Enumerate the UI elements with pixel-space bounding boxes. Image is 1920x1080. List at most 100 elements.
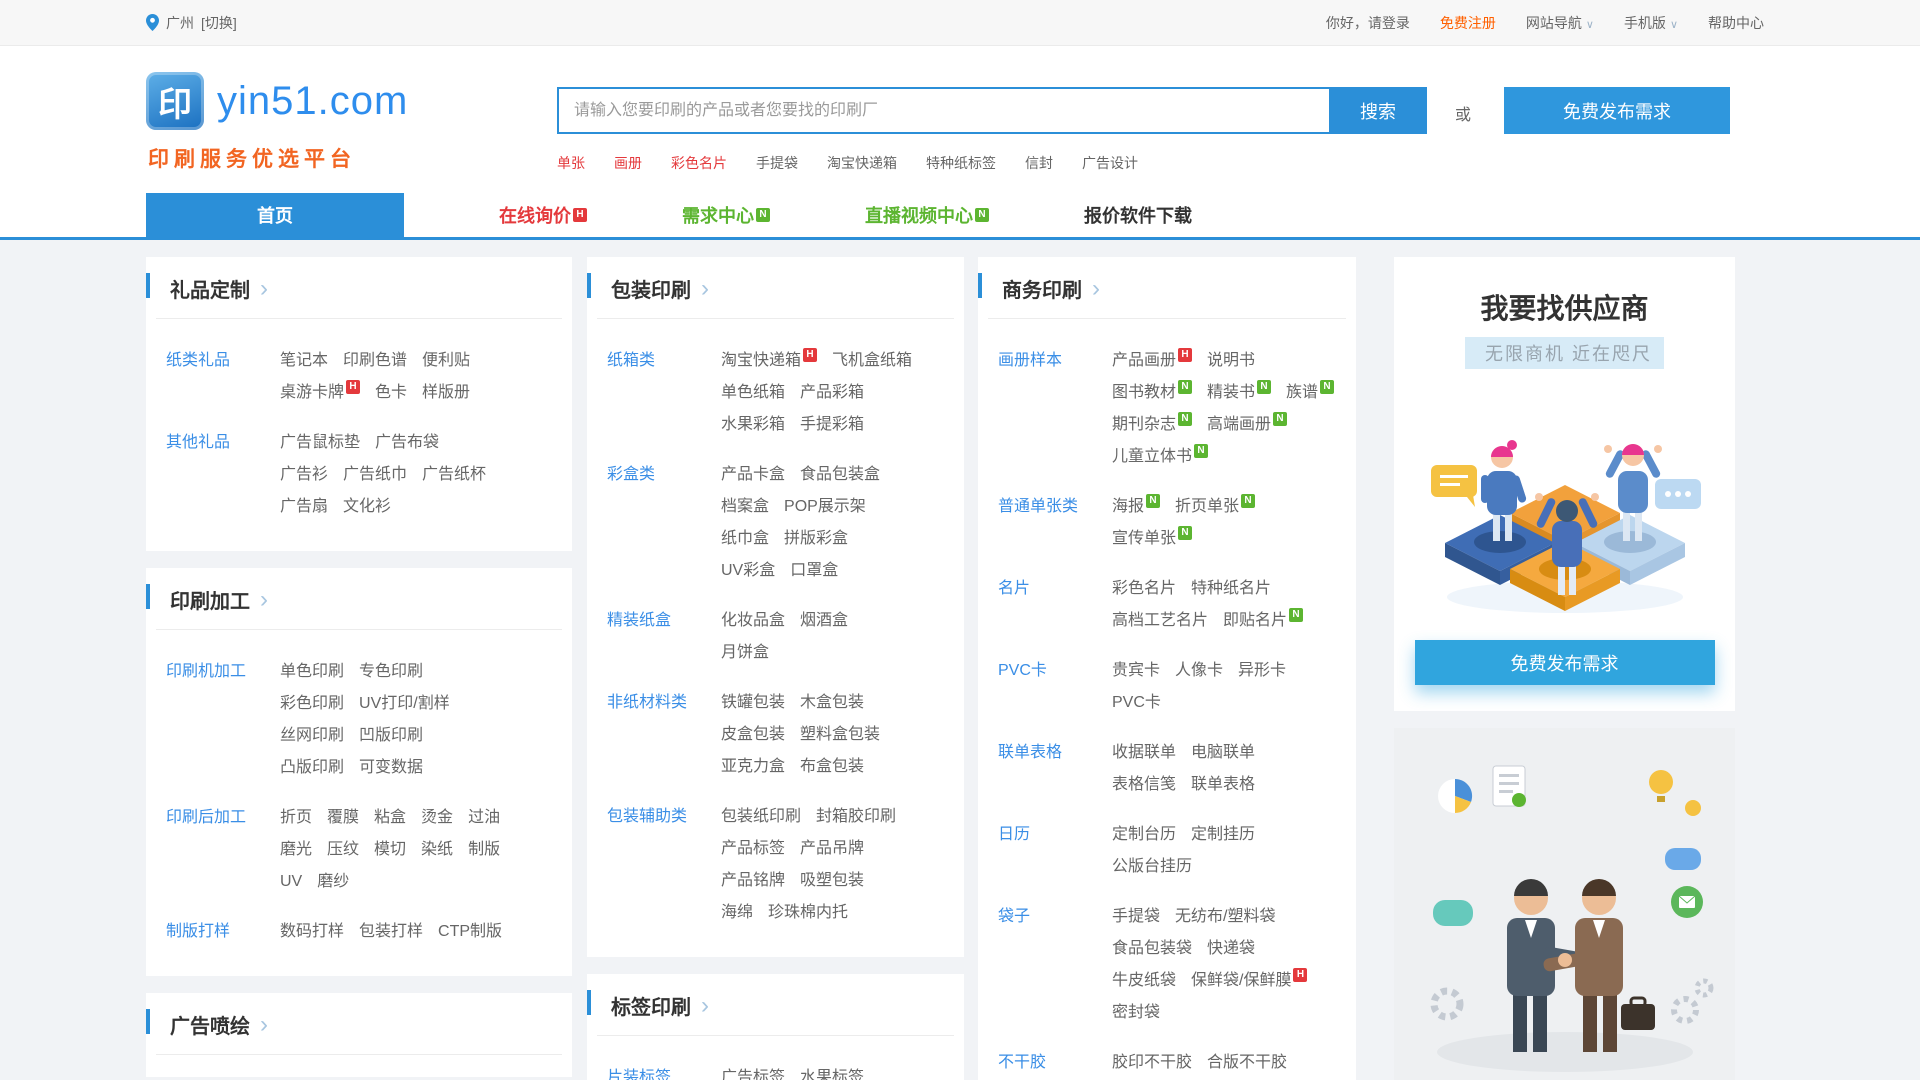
product-link[interactable]: 定制挂历	[1191, 826, 1255, 843]
product-link[interactable]: UV彩盒	[721, 562, 775, 579]
product-link[interactable]: 月饼盒	[721, 644, 769, 661]
category-label[interactable]: 不干胶	[998, 1047, 1112, 1080]
product-link[interactable]: 广告衫	[280, 466, 328, 483]
product-link[interactable]: 压纹	[327, 841, 359, 858]
product-link[interactable]: 产品画册H	[1112, 352, 1192, 369]
product-link[interactable]: 笔记本	[280, 352, 328, 369]
product-link[interactable]: 包装打样	[359, 923, 423, 940]
category-label[interactable]: PVC卡	[998, 655, 1112, 719]
product-link[interactable]: 布盒包装	[800, 758, 864, 775]
product-link[interactable]: 异形卡	[1238, 662, 1286, 679]
category-label[interactable]: 制版打样	[166, 916, 280, 948]
product-link[interactable]: PVC卡	[1112, 694, 1161, 711]
product-link[interactable]: 彩色印刷	[280, 695, 344, 712]
product-link[interactable]: 联单表格	[1191, 776, 1255, 793]
product-link[interactable]: 单色纸箱	[721, 384, 785, 401]
category-label[interactable]: 其他礼品	[166, 427, 280, 523]
category-label[interactable]: 名片	[998, 573, 1112, 637]
hot-keyword[interactable]: 手提袋	[756, 153, 798, 173]
category-label[interactable]: 印刷后加工	[166, 802, 280, 898]
product-link[interactable]: 烟酒盒	[800, 612, 848, 629]
product-link[interactable]: 产品吊牌	[800, 840, 864, 857]
hot-keyword[interactable]: 广告设计	[1082, 153, 1138, 173]
product-link[interactable]: 密封袋	[1112, 1004, 1160, 1021]
product-link[interactable]: 纸巾盒	[721, 530, 769, 547]
product-link[interactable]: 海绵	[721, 904, 753, 921]
product-link[interactable]: 桌游卡牌H	[280, 384, 360, 401]
product-link[interactable]: 图书教材N	[1112, 384, 1192, 401]
site-nav-link[interactable]: 网站导航∨	[1526, 13, 1594, 33]
hot-keyword[interactable]: 彩色名片	[671, 153, 727, 173]
product-link[interactable]: 便利贴	[422, 352, 470, 369]
category-label[interactable]: 纸箱类	[607, 345, 721, 441]
product-link[interactable]: 保鲜袋/保鲜膜H	[1191, 972, 1307, 989]
product-link[interactable]: UV	[280, 873, 302, 890]
product-link[interactable]: 覆膜	[327, 809, 359, 826]
search-input[interactable]	[557, 87, 1329, 134]
product-link[interactable]: 宣传单张N	[1112, 530, 1192, 547]
product-link[interactable]: 飞机盒纸箱	[832, 352, 912, 369]
help-center-link[interactable]: 帮助中心	[1708, 13, 1764, 33]
product-link[interactable]: 产品卡盒	[721, 466, 785, 483]
product-link[interactable]: 过油	[468, 809, 500, 826]
category-label[interactable]: 纸类礼品	[166, 345, 280, 409]
category-label[interactable]: 非纸材料类	[607, 687, 721, 783]
product-link[interactable]: 模切	[374, 841, 406, 858]
product-link[interactable]: 即贴名片N	[1223, 612, 1303, 629]
mobile-version-link[interactable]: 手机版∨	[1624, 13, 1678, 33]
product-link[interactable]: 表格信笺	[1112, 776, 1176, 793]
product-link[interactable]: 吸塑包装	[800, 872, 864, 889]
section-title-row[interactable]: 包装印刷›	[587, 257, 964, 318]
category-label[interactable]: 画册样本	[998, 345, 1112, 473]
nav-item-需求中心[interactable]: 需求中心N	[682, 193, 770, 237]
switch-city-link[interactable]: [切换]	[201, 13, 237, 33]
product-link[interactable]: 皮盒包装	[721, 726, 785, 743]
product-link[interactable]: 收据联单	[1112, 744, 1176, 761]
product-link[interactable]: 珍珠棉内托	[768, 904, 848, 921]
product-link[interactable]: 食品包装盒	[800, 466, 880, 483]
product-link[interactable]: 说明书	[1207, 352, 1255, 369]
product-link[interactable]: 丝网印刷	[280, 727, 344, 744]
product-link[interactable]: 广告鼠标垫	[280, 434, 360, 451]
category-label[interactable]: 精装纸盒	[607, 605, 721, 669]
product-link[interactable]: 产品彩箱	[800, 384, 864, 401]
product-link[interactable]: 木盒包装	[800, 694, 864, 711]
product-link[interactable]: 文化衫	[343, 498, 391, 515]
nav-tab-home[interactable]: 首页	[146, 193, 404, 237]
product-link[interactable]: 广告标签	[721, 1069, 785, 1080]
product-link[interactable]: 凸版印刷	[280, 759, 344, 776]
section-title-row[interactable]: 标签印刷›	[587, 974, 964, 1035]
category-label[interactable]: 联单表格	[998, 737, 1112, 801]
product-link[interactable]: 专色印刷	[359, 663, 423, 680]
product-link[interactable]: 水果彩箱	[721, 416, 785, 433]
nav-item-报价软件下载[interactable]: 报价软件下载	[1084, 193, 1192, 237]
product-link[interactable]: 可变数据	[359, 759, 423, 776]
product-link[interactable]: 档案盒	[721, 498, 769, 515]
product-link[interactable]: 牛皮纸袋	[1112, 972, 1176, 989]
product-link[interactable]: 手提彩箱	[800, 416, 864, 433]
publish-demand-button-side[interactable]: 免费发布需求	[1415, 640, 1715, 685]
product-link[interactable]: 高档工艺名片	[1112, 612, 1208, 629]
hot-keyword[interactable]: 画册	[614, 153, 642, 173]
product-link[interactable]: 食品包装袋	[1112, 940, 1192, 957]
product-link[interactable]: 高端画册N	[1207, 416, 1287, 433]
category-label[interactable]: 普通单张类	[998, 491, 1112, 555]
section-title-row[interactable]: 广告喷绘›	[146, 993, 572, 1054]
product-link[interactable]: UV打印/割样	[359, 695, 450, 712]
product-link[interactable]: 染纸	[421, 841, 453, 858]
product-link[interactable]: 淘宝快递箱H	[721, 352, 817, 369]
product-link[interactable]: 折页单张N	[1175, 498, 1255, 515]
product-link[interactable]: 合版不干胶	[1207, 1054, 1287, 1071]
product-link[interactable]: 磨光	[280, 841, 312, 858]
product-link[interactable]: 特种纸名片	[1191, 580, 1271, 597]
publish-demand-button[interactable]: 免费发布需求	[1504, 87, 1730, 134]
product-link[interactable]: 粘盒	[374, 809, 406, 826]
product-link[interactable]: 单色印刷	[280, 663, 344, 680]
product-link[interactable]: 磨纱	[317, 873, 349, 890]
product-link[interactable]: 铁罐包装	[721, 694, 785, 711]
product-link[interactable]: 快递袋	[1207, 940, 1255, 957]
search-button[interactable]: 搜索	[1329, 87, 1427, 134]
product-link[interactable]: 电脑联单	[1191, 744, 1255, 761]
product-link[interactable]: 产品铭牌	[721, 872, 785, 889]
product-link[interactable]: CTP制版	[438, 923, 502, 940]
